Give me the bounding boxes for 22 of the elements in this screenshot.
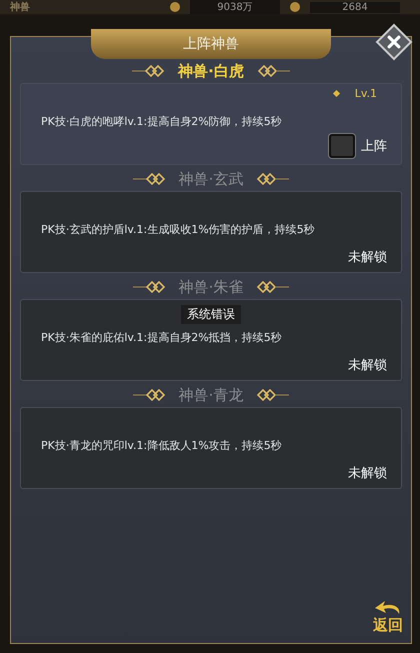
deploy-checkbox[interactable] (329, 134, 355, 158)
beast-name: 神兽·青龙 (178, 386, 244, 404)
dialog-title: 上阵神兽 (183, 35, 239, 53)
page-title: 神兽 (10, 0, 31, 14)
beast-name: 神兽·朱雀 (178, 278, 244, 296)
error-toast: 系统错误 (181, 305, 241, 324)
beast-name: 神兽·白虎 (178, 62, 244, 80)
skill-description: PK技·青龙的咒印lv.1:降低敌人1%攻击，持续5秒 (41, 438, 283, 453)
skill-description: PK技·玄武的护盾lv.1:生成吸收1%伤害的护盾，持续5秒 (41, 222, 316, 237)
beast-name: 神兽·玄武 (178, 170, 244, 188)
close-icon (386, 34, 402, 50)
back-button[interactable]: 返回 (373, 600, 403, 635)
currency-amount: 9038万 (190, 0, 280, 14)
locked-status: 未解锁 (348, 249, 387, 266)
ingot-amount: 2684 (310, 2, 400, 12)
skill-description: PK技·朱雀的庇佑lv.1:提高自身2%抵挡，持续5秒 (41, 330, 283, 345)
locked-status: 未解锁 (348, 465, 387, 482)
level-label: Lv.1 (354, 86, 377, 100)
deploy-label: 上阵 (361, 138, 387, 155)
locked-status: 未解锁 (348, 357, 387, 374)
skill-description: PK技·白虎的咆哮lv.1:提高自身2%防御，持续5秒 (41, 114, 283, 129)
coin-icon (170, 2, 180, 12)
